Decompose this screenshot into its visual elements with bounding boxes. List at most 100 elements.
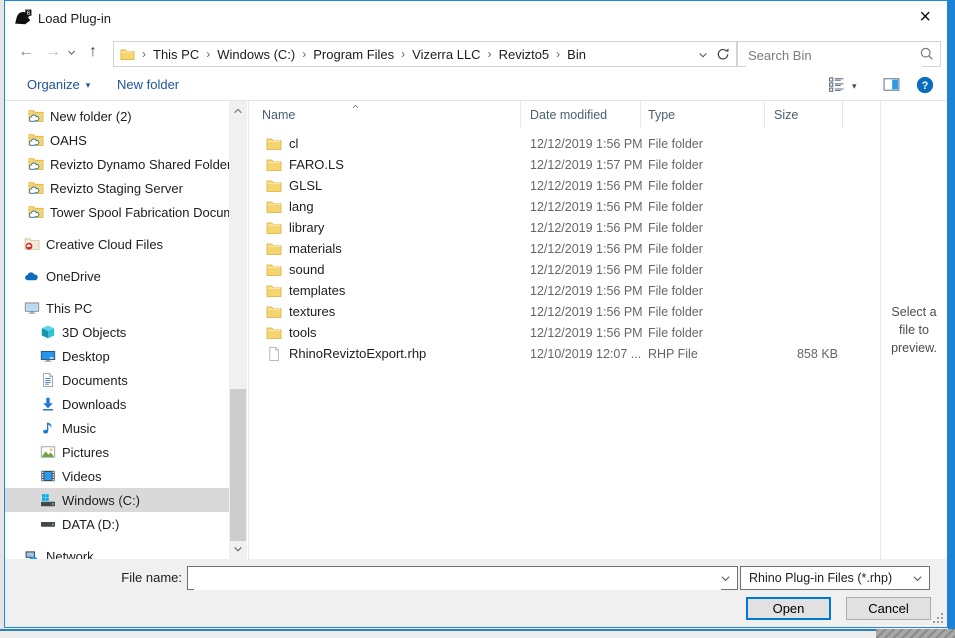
file-icon [266, 346, 282, 362]
column-header-blank[interactable] [843, 101, 880, 128]
sidebar-item-new-folder-2[interactable]: New folder (2) [5, 104, 229, 128]
search-box [737, 41, 941, 67]
titlebar: 6 Load Plug-in × [5, 1, 947, 38]
sidebar-item-this-pc[interactable]: This PC [5, 296, 229, 320]
sidebar-item-videos[interactable]: Videos [5, 464, 229, 488]
dialog-footer: File name: Rhino Plug-in Files (*.rhp) O… [5, 559, 947, 627]
preview-message: Select a file to preview. [882, 303, 946, 357]
refresh-icon[interactable] [715, 46, 731, 62]
file-name-label: File name: [115, 570, 182, 585]
folder-icon [266, 241, 282, 257]
file-type: File folder [641, 200, 765, 214]
address-dropdown-chevron-icon[interactable] [697, 49, 709, 61]
open-button[interactable]: Open [746, 597, 831, 620]
sidebar-item-oahs[interactable]: OAHS [5, 128, 229, 152]
column-header-name[interactable]: Name [250, 101, 521, 128]
file-name-combo [187, 566, 738, 590]
file-row-rhinoreviztoexport-rhp[interactable]: RhinoReviztoExport.rhp12/10/2019 12:07 .… [250, 343, 880, 364]
view-mode-icon[interactable] [828, 76, 845, 93]
sidebar-item-creative-cloud-files[interactable]: Creative Cloud Files [5, 232, 229, 256]
cancel-button[interactable]: Cancel [846, 597, 931, 620]
file-name-dropdown-chevron-icon[interactable] [719, 572, 732, 585]
breadcrumb-separator-icon[interactable]: › [488, 47, 492, 61]
breadcrumb-separator-icon[interactable]: › [401, 47, 405, 61]
file-row-lang[interactable]: lang12/12/2019 1:56 PMFile folder [250, 196, 880, 217]
sidebar-item-tower-spool-fabrication-docum[interactable]: Tower Spool Fabrication Docum [5, 200, 229, 224]
sidebar-item-label: Pictures [62, 445, 109, 460]
file-row-library[interactable]: library12/12/2019 1:56 PMFile folder [250, 217, 880, 238]
file-row-cl[interactable]: cl12/12/2019 1:56 PMFile folder [250, 133, 880, 154]
sidebar-item-data-d[interactable]: DATA (D:) [5, 512, 229, 536]
file-row-templates[interactable]: templates12/12/2019 1:56 PMFile folder [250, 280, 880, 301]
forward-arrow-icon[interactable]: → [45, 42, 61, 62]
sidebar-item-documents[interactable]: Documents [5, 368, 229, 392]
column-header-date-modified[interactable]: Date modified [521, 101, 641, 128]
sidebar-item-downloads[interactable]: Downloads [5, 392, 229, 416]
file-row-sound[interactable]: sound12/12/2019 1:56 PMFile folder [250, 259, 880, 280]
file-date: 12/12/2019 1:56 PM [521, 200, 641, 214]
sidebar-item-pictures[interactable]: Pictures [5, 440, 229, 464]
file-date: 12/12/2019 1:56 PM [521, 242, 641, 256]
folder-icon [266, 199, 282, 215]
breadcrumb-segment-revizto5[interactable]: Revizto5 [499, 47, 550, 62]
breadcrumb-separator-icon[interactable]: › [302, 47, 306, 61]
file-row-glsl[interactable]: GLSL12/12/2019 1:56 PMFile folder [250, 175, 880, 196]
sidebar-scrollbar[interactable] [229, 101, 247, 559]
file-row-materials[interactable]: materials12/12/2019 1:56 PMFile folder [250, 238, 880, 259]
folder-icon [266, 157, 282, 173]
sidebar-item-revizto-dynamo-shared-folder[interactable]: Revizto Dynamo Shared Folder [5, 152, 229, 176]
scroll-down-icon[interactable] [232, 543, 244, 555]
resize-grip[interactable] [933, 613, 943, 623]
breadcrumb[interactable]: › This PC › Windows (C:) › Program Files › Vize… [113, 41, 737, 67]
scrollbar-thumb[interactable] [230, 389, 246, 541]
up-arrow-icon[interactable]: ↑ [89, 42, 97, 62]
file-date: 12/12/2019 1:56 PM [521, 263, 641, 277]
sidebar-item-music[interactable]: Music [5, 416, 229, 440]
breadcrumb-segment-bin[interactable]: Bin [567, 47, 586, 62]
sidebar-item-desktop[interactable]: Desktop [5, 344, 229, 368]
sidebar-item-label: Windows (C:) [62, 493, 140, 508]
search-icon[interactable] [919, 46, 935, 62]
search-input[interactable] [746, 43, 922, 67]
breadcrumb-segment-windows-c[interactable]: Windows (C:) [217, 47, 295, 62]
help-icon[interactable]: ? [916, 76, 934, 94]
sidebar-item-windows-c[interactable]: Windows (C:) [5, 488, 229, 512]
drive-icon [40, 516, 56, 532]
sidebar-item-label: OneDrive [46, 269, 101, 284]
creative-cloud-icon [24, 236, 40, 252]
close-icon[interactable]: × [919, 4, 931, 30]
file-date: 12/12/2019 1:56 PM [521, 221, 641, 235]
sidebar-item-revizto-staging-server[interactable]: Revizto Staging Server [5, 176, 229, 200]
sidebar-item-network[interactable]: Network [5, 544, 229, 559]
preview-pane-toggle-icon[interactable] [883, 76, 900, 93]
file-row-faro-ls[interactable]: FARO.LS12/12/2019 1:57 PMFile folder [250, 154, 880, 175]
network-icon [24, 548, 40, 559]
breadcrumb-separator-icon[interactable]: › [206, 47, 210, 61]
sidebar-item-label: Documents [62, 373, 128, 388]
breadcrumb-segment-this-pc[interactable]: This PC [153, 47, 199, 62]
scroll-up-icon[interactable] [232, 105, 244, 117]
recent-locations-chevron-icon[interactable] [66, 47, 77, 58]
this-pc-icon [24, 300, 40, 316]
column-header-type[interactable]: Type [641, 101, 765, 128]
column-header-size[interactable]: Size [765, 101, 843, 128]
file-row-tools[interactable]: tools12/12/2019 1:56 PMFile folder [250, 322, 880, 343]
breadcrumb-separator-icon[interactable]: › [556, 47, 560, 61]
file-name-input[interactable] [194, 568, 721, 590]
back-arrow-icon[interactable]: ← [18, 42, 34, 62]
file-type: File folder [641, 263, 765, 277]
new-folder-button[interactable]: New folder [117, 77, 179, 92]
file-name-cell: cl [250, 136, 521, 152]
file-row-textures[interactable]: textures12/12/2019 1:56 PMFile folder [250, 301, 880, 322]
organize-button[interactable]: Organize▾ [27, 77, 90, 92]
file-type-select[interactable]: Rhino Plug-in Files (*.rhp) [740, 566, 930, 590]
sidebar-item-3d-objects[interactable]: 3D Objects [5, 320, 229, 344]
breadcrumb-separator-icon[interactable]: › [142, 47, 146, 61]
breadcrumb-segment-vizerra-llc[interactable]: Vizerra LLC [412, 47, 480, 62]
sidebar-item-label: Creative Cloud Files [46, 237, 163, 252]
organize-dropdown-icon: ▾ [86, 80, 91, 90]
file-date: 12/12/2019 1:56 PM [521, 137, 641, 151]
sidebar-item-onedrive[interactable]: OneDrive [5, 264, 229, 288]
breadcrumb-segment-program-files[interactable]: Program Files [313, 47, 394, 62]
file-date: 12/12/2019 1:56 PM [521, 179, 641, 193]
